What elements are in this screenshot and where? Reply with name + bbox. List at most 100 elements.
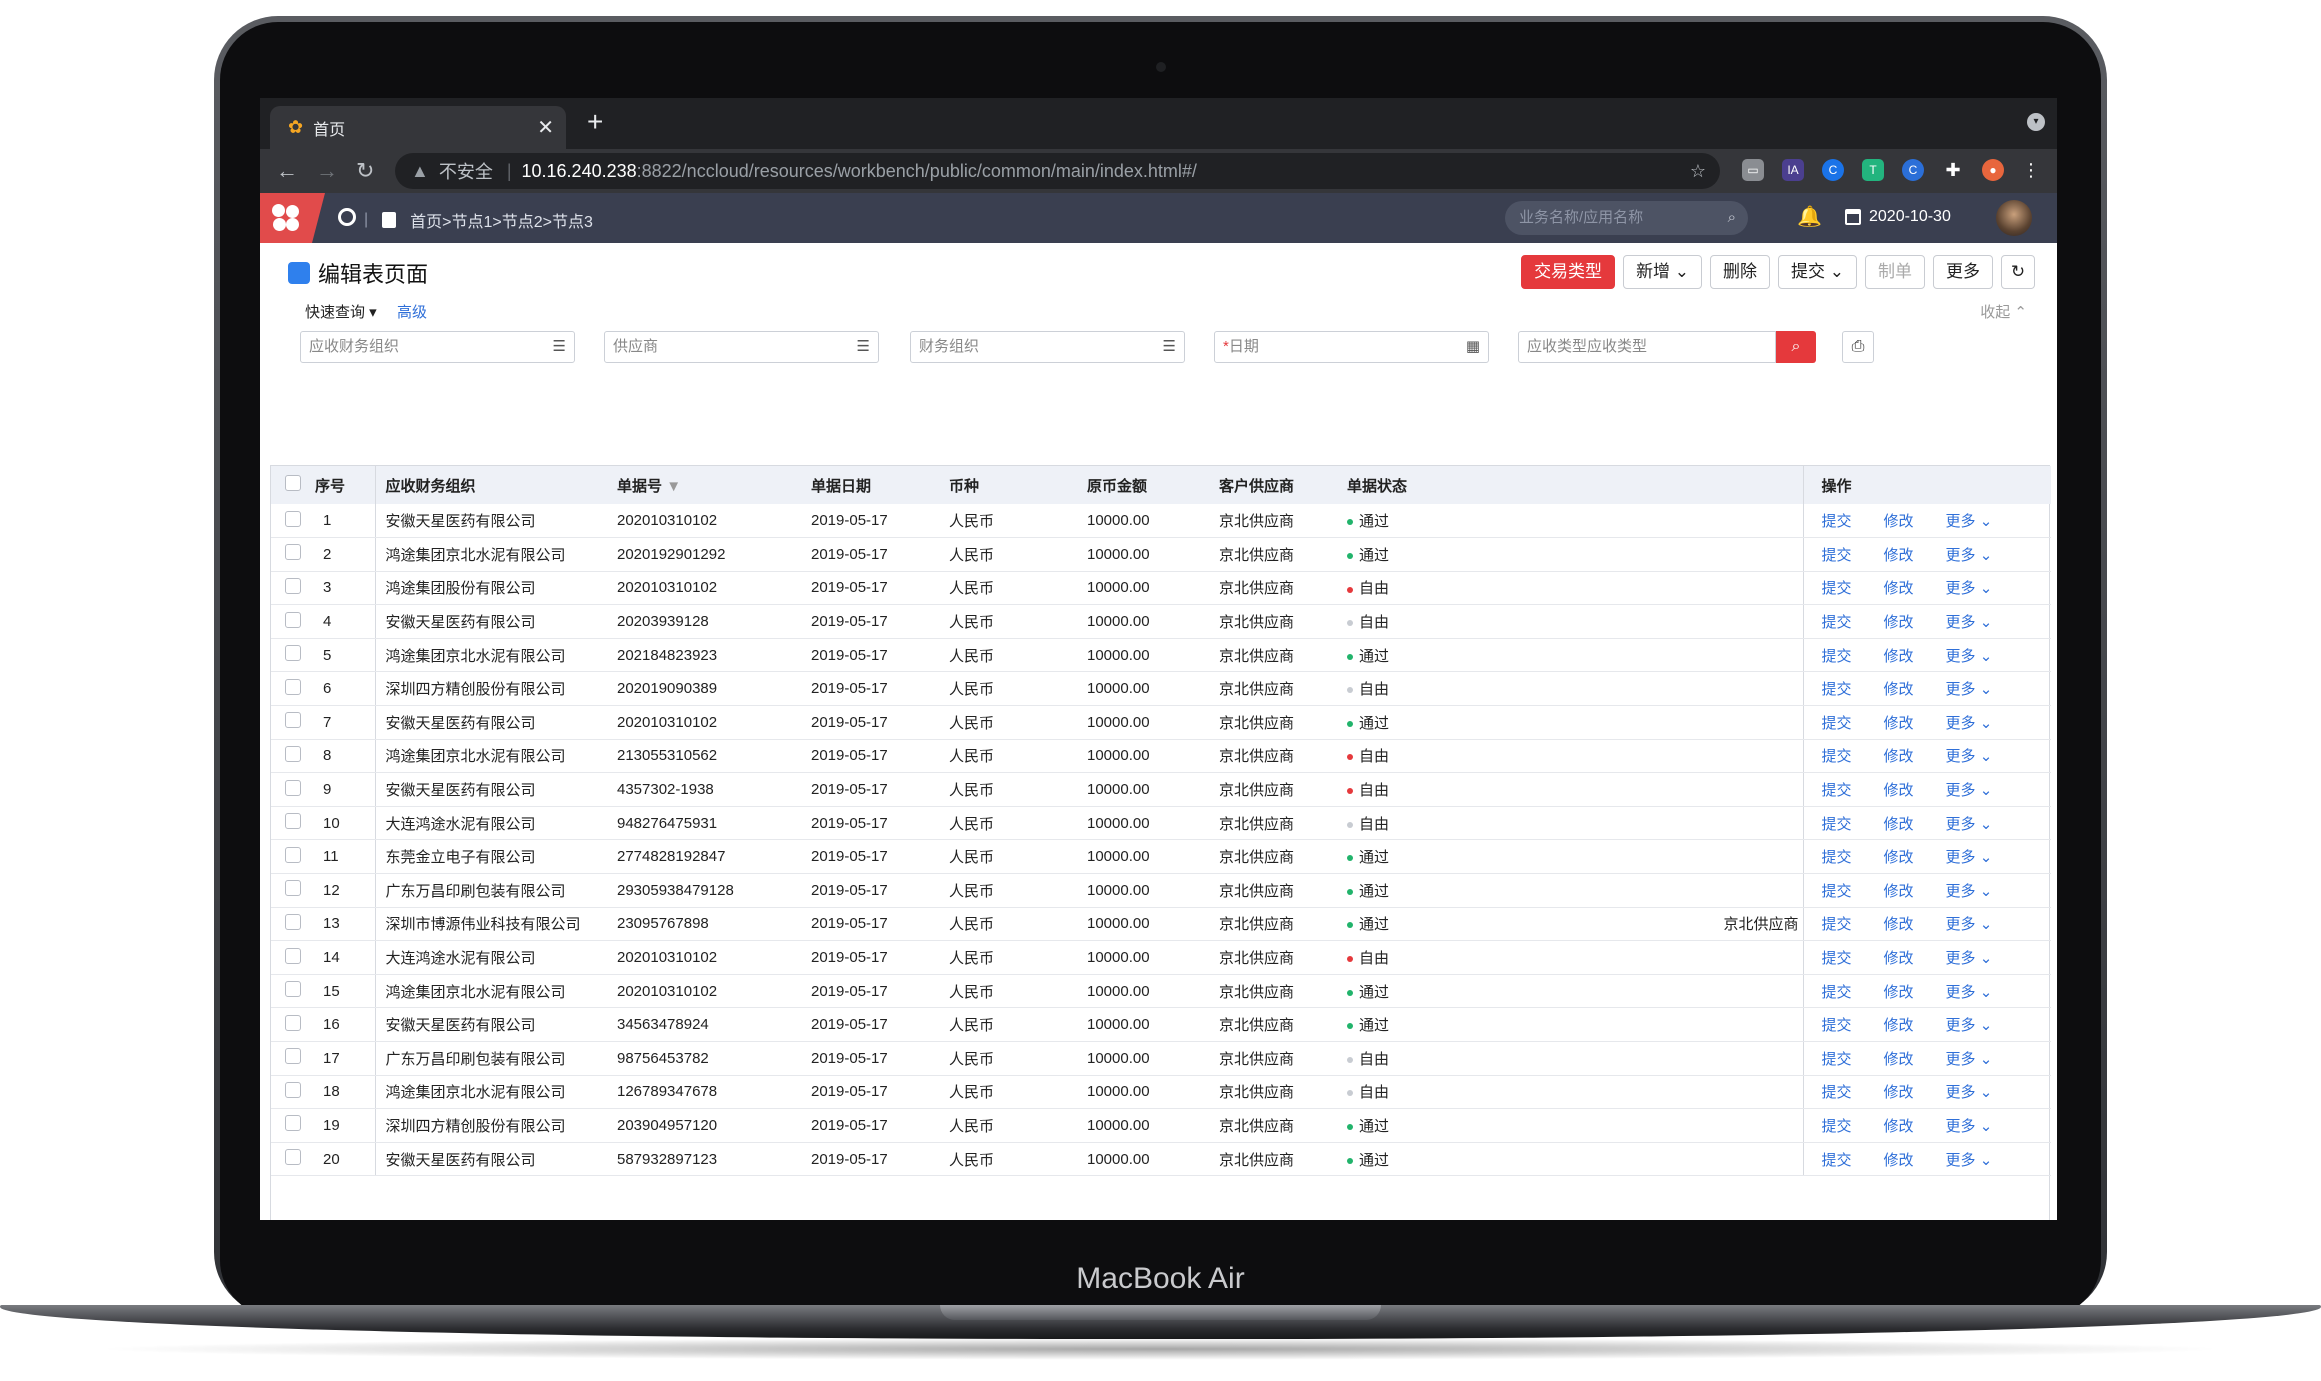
submit-dropdown-button[interactable]: 提交 ⌄ bbox=[1778, 255, 1857, 289]
advanced-link[interactable]: 高级 bbox=[397, 301, 427, 322]
row-checkbox[interactable] bbox=[285, 1048, 301, 1065]
row-submit-link[interactable]: 提交 bbox=[1822, 748, 1852, 765]
row-submit-link[interactable]: 提交 bbox=[1822, 1152, 1852, 1169]
table-row[interactable]: 20 安徽天星医药有限公司 587932897123 2019-05-17 人民币 100… bbox=[271, 1142, 2051, 1177]
extension-c2-icon[interactable]: C bbox=[1902, 159, 1924, 181]
row-more-link[interactable]: 更多 ⌄ bbox=[1946, 1118, 1993, 1135]
row-checkbox[interactable] bbox=[285, 913, 301, 930]
row-submit-link[interactable]: 提交 bbox=[1822, 984, 1852, 1001]
row-submit-link[interactable]: 提交 bbox=[1822, 950, 1852, 967]
refresh-icon[interactable]: ↻ bbox=[2001, 255, 2035, 289]
make-bill-button[interactable]: 制单 bbox=[1865, 255, 1925, 289]
row-submit-link[interactable]: 提交 bbox=[1822, 782, 1852, 799]
row-submit-link[interactable]: 提交 bbox=[1822, 1051, 1852, 1068]
table-row[interactable]: 17 广东万昌印刷包装有限公司 98756453782 2019-05-17 人民币 10… bbox=[271, 1041, 2051, 1076]
row-submit-link[interactable]: 提交 bbox=[1822, 614, 1852, 631]
table-row[interactable]: 19 深圳四方精创股份有限公司 203904957120 2019-05-17 人民币 1… bbox=[271, 1108, 2051, 1143]
row-edit-link[interactable]: 修改 bbox=[1884, 580, 1914, 597]
list-icon[interactable]: ☰ bbox=[857, 332, 870, 362]
row-more-link[interactable]: 更多 ⌄ bbox=[1946, 648, 1993, 665]
list-icon[interactable]: ☰ bbox=[1163, 332, 1176, 362]
row-submit-link[interactable]: 提交 bbox=[1822, 849, 1852, 866]
table-row[interactable]: 12 广东万昌印刷包装有限公司 29305938479128 2019-05-17 人民… bbox=[271, 873, 2051, 908]
row-submit-link[interactable]: 提交 bbox=[1822, 547, 1852, 564]
row-submit-link[interactable]: 提交 bbox=[1822, 1084, 1852, 1101]
row-more-link[interactable]: 更多 ⌄ bbox=[1946, 782, 1993, 799]
row-submit-link[interactable]: 提交 bbox=[1822, 883, 1852, 900]
menu-dots-icon[interactable]: ⋮ bbox=[2020, 159, 2042, 181]
table-row[interactable]: 10 大连鸿途水泥有限公司 948276475931 2019-05-17 人民币 100… bbox=[271, 806, 2051, 841]
filter-icon[interactable]: ▼ bbox=[666, 478, 681, 495]
row-checkbox[interactable] bbox=[285, 712, 301, 729]
extension-t-icon[interactable]: T bbox=[1862, 159, 1884, 181]
puzzle-icon[interactable]: ✚ bbox=[1942, 159, 1964, 181]
trade-type-button[interactable]: 交易类型 bbox=[1521, 255, 1616, 289]
bookmark-star-icon[interactable]: ☆ bbox=[1690, 161, 1706, 182]
col-status[interactable]: 单据状态 bbox=[1347, 466, 1803, 504]
row-checkbox[interactable] bbox=[285, 745, 301, 762]
global-search-input[interactable]: 业务名称/应用名称 ⌕ bbox=[1505, 201, 1748, 235]
table-row[interactable]: 6 深圳四方精创股份有限公司 202019090389 2019-05-17 人民币 10… bbox=[271, 671, 2051, 707]
row-edit-link[interactable]: 修改 bbox=[1884, 950, 1914, 967]
row-checkbox[interactable] bbox=[285, 880, 301, 897]
row-edit-link[interactable]: 修改 bbox=[1884, 681, 1914, 698]
fin-org-filter-input[interactable]: 财务组织 ☰ bbox=[910, 331, 1185, 363]
address-bar[interactable]: ▲ 不安全 | 10.16.240.238 :8822/nccloud/reso… bbox=[395, 153, 1720, 189]
row-more-link[interactable]: 更多 ⌄ bbox=[1946, 849, 1993, 866]
row-checkbox[interactable] bbox=[285, 1014, 301, 1031]
row-more-link[interactable]: 更多 ⌄ bbox=[1946, 950, 1993, 967]
col-org[interactable]: 应收财务组织 bbox=[374, 466, 617, 504]
tab-search-icon[interactable]: ▾ bbox=[2027, 113, 2045, 131]
table-row[interactable]: 1 安徽天星医药有限公司 202010310102 2019-05-17 人民币 1000… bbox=[271, 504, 2051, 539]
row-edit-link[interactable]: 修改 bbox=[1884, 547, 1914, 564]
row-checkbox[interactable] bbox=[285, 611, 301, 628]
row-edit-link[interactable]: 修改 bbox=[1884, 1118, 1914, 1135]
org-filter-input[interactable]: 应收财务组织 ☰ bbox=[300, 331, 575, 363]
table-row[interactable]: 8 鸿途集团京北水泥有限公司 213055310562 2019-05-17 人民币 10… bbox=[271, 739, 2051, 774]
back-icon[interactable]: ← bbox=[276, 158, 298, 184]
row-more-link[interactable]: 更多 ⌄ bbox=[1946, 883, 1993, 900]
print-icon[interactable]: ⎙ bbox=[1842, 331, 1874, 363]
list-icon[interactable]: ☰ bbox=[553, 332, 566, 362]
row-checkbox[interactable] bbox=[285, 1081, 301, 1098]
bell-icon[interactable]: 🔔 bbox=[1797, 204, 1822, 229]
row-edit-link[interactable]: 修改 bbox=[1884, 1084, 1914, 1101]
table-row[interactable]: 14 大连鸿途水泥有限公司 202010310102 2019-05-17 人民币 100… bbox=[271, 940, 2051, 975]
quick-query-dropdown[interactable]: 快速查询 ▾ bbox=[305, 301, 377, 322]
row-edit-link[interactable]: 修改 bbox=[1884, 1152, 1914, 1169]
reload-icon[interactable]: ↻ bbox=[356, 158, 374, 184]
table-row[interactable]: 3 鸿途集团股份有限公司 202010310102 2019-05-17 人民币 1000… bbox=[271, 571, 2051, 606]
extension-ia-icon[interactable]: IA bbox=[1782, 159, 1804, 181]
col-date[interactable]: 单据日期 bbox=[811, 466, 949, 504]
avatar[interactable] bbox=[1996, 200, 2032, 236]
row-more-link[interactable]: 更多 ⌄ bbox=[1946, 916, 1993, 933]
table-row[interactable]: 7 安徽天星医药有限公司 202010310102 2019-05-17 人民币 1000… bbox=[271, 705, 2051, 740]
row-more-link[interactable]: 更多 ⌄ bbox=[1946, 1152, 1993, 1169]
delete-button[interactable]: 删除 bbox=[1710, 255, 1771, 289]
breadcrumb-text[interactable]: 首页>节点1>节点2>节点3 bbox=[410, 208, 593, 232]
table-row[interactable]: 9 安徽天星医药有限公司 4357302-1938 2019-05-17 人民币 1000… bbox=[271, 772, 2051, 807]
forward-icon[interactable]: → bbox=[316, 158, 338, 184]
row-checkbox[interactable] bbox=[285, 1115, 301, 1132]
col-bill[interactable]: 单据号 ▼ bbox=[617, 466, 811, 504]
row-edit-link[interactable]: 修改 bbox=[1884, 648, 1914, 665]
more-button[interactable]: 更多 bbox=[1933, 255, 1993, 289]
row-more-link[interactable]: 更多 ⌄ bbox=[1946, 1017, 1993, 1034]
row-checkbox[interactable] bbox=[285, 577, 301, 594]
table-row[interactable]: 4 安徽天星医药有限公司 20203939128 2019-05-17 人民币 10000… bbox=[271, 604, 2051, 639]
tab-home[interactable]: ✿ 首页 ✕ bbox=[270, 106, 566, 149]
row-edit-link[interactable]: 修改 bbox=[1884, 513, 1914, 530]
table-row[interactable]: 2 鸿途集团京北水泥有限公司 2020192901292 2019-05-17 人民币 1… bbox=[271, 537, 2051, 572]
collapse-toggle[interactable]: 收起 ⌃ bbox=[1980, 301, 2027, 322]
row-edit-link[interactable]: 修改 bbox=[1884, 984, 1914, 1001]
table-row[interactable]: 11 东莞金立电子有限公司 2774828192847 2019-05-17 人民币 10… bbox=[271, 839, 2051, 875]
row-checkbox[interactable] bbox=[285, 544, 301, 561]
search-icon[interactable]: ⌕ bbox=[1728, 201, 1736, 235]
row-edit-link[interactable]: 修改 bbox=[1884, 849, 1914, 866]
row-edit-link[interactable]: 修改 bbox=[1884, 916, 1914, 933]
row-edit-link[interactable]: 修改 bbox=[1884, 614, 1914, 631]
row-edit-link[interactable]: 修改 bbox=[1884, 1051, 1914, 1068]
row-edit-link[interactable]: 修改 bbox=[1884, 782, 1914, 799]
row-more-link[interactable]: 更多 ⌄ bbox=[1946, 614, 1993, 631]
select-all-checkbox[interactable] bbox=[285, 475, 301, 491]
